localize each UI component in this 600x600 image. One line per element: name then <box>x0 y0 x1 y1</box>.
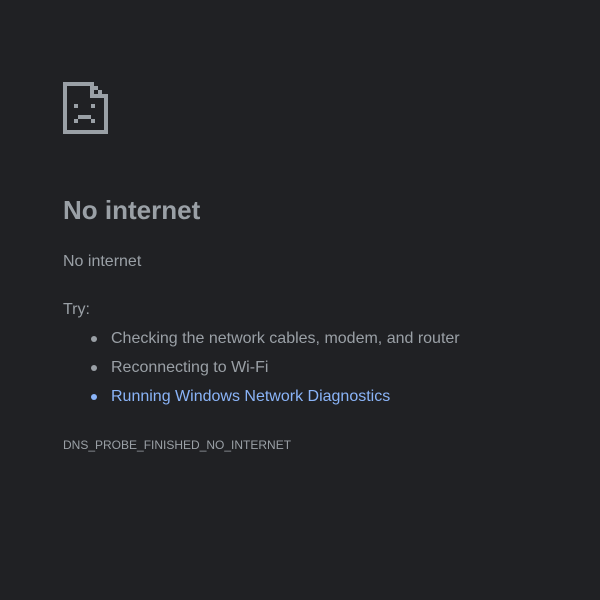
try-label: Try: <box>63 301 90 318</box>
network-diagnostics-link[interactable]: Running Windows Network Diagnostics <box>111 388 390 405</box>
sad-page-icon <box>63 82 108 134</box>
error-code: DNS_PROBE_FINISHED_NO_INTERNET <box>63 438 292 452</box>
suggestion-run-diagnostics: Running Windows Network Diagnostics <box>63 387 460 416</box>
suggestion-text: Reconnecting to Wi-Fi <box>111 359 269 376</box>
error-page: No internet No internet Try: Checking th… <box>0 0 600 600</box>
suggestion-text: Checking the network cables, modem, and … <box>111 330 460 347</box>
page-title: No internet <box>63 195 201 225</box>
bullet-icon <box>91 336 97 342</box>
suggestion-reconnect-wifi: Reconnecting to Wi-Fi <box>63 358 460 387</box>
suggestion-check-cables: Checking the network cables, modem, and … <box>63 329 460 358</box>
error-subtitle: No internet <box>63 253 142 270</box>
bullet-icon <box>91 394 97 400</box>
suggestions-list: Checking the network cables, modem, and … <box>63 329 460 416</box>
bullet-icon <box>91 365 97 371</box>
